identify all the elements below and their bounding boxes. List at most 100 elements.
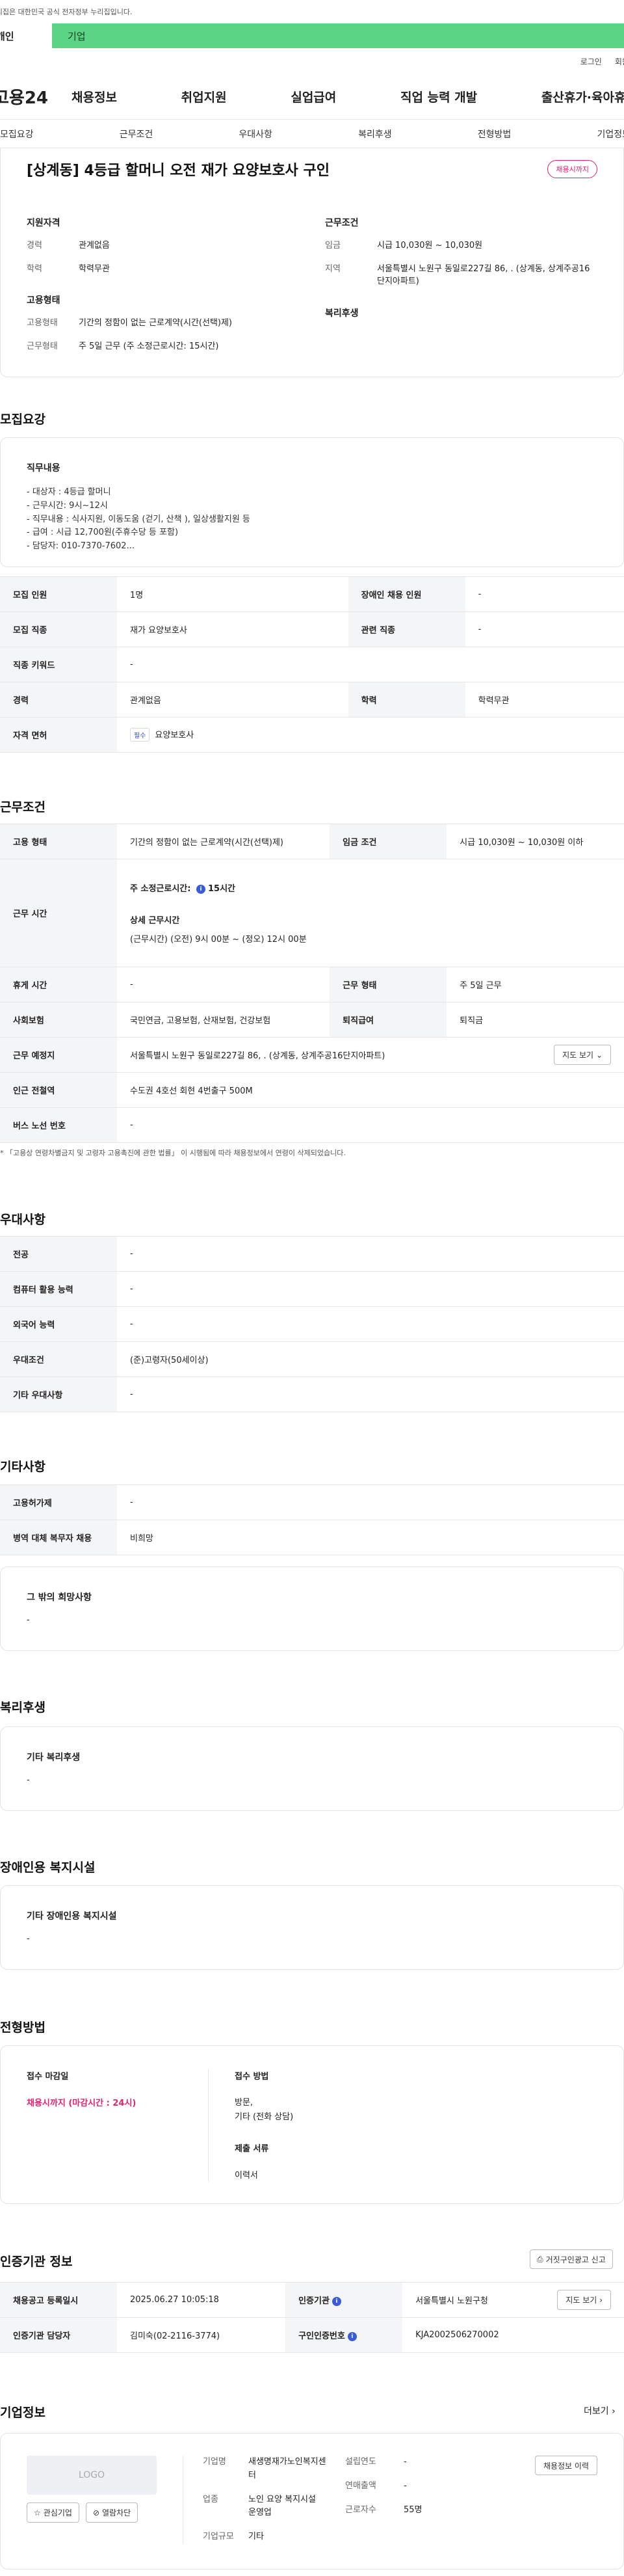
agency-value: 서울특별시 노원구청 — [415, 2296, 488, 2306]
disabled-box-value: - — [27, 1934, 30, 1944]
row-value: 시급 10,030원 ~ 10,030원 이하 — [447, 824, 624, 859]
company-size: 기타 — [248, 2532, 264, 2542]
row-value: 주 5일 근무 — [447, 967, 624, 1002]
info-label: 기업규모 — [203, 2532, 234, 2542]
employment-heading: 고용형태 — [27, 295, 60, 306]
qualification-heading: 지원자격 — [27, 218, 60, 228]
table-row: 기타 우대사항 - — [0, 1376, 624, 1412]
site-logo[interactable]: 고용24 — [0, 85, 72, 109]
table-row: 컴퓨터 활용 능력 - — [0, 1271, 624, 1307]
info-label: 설립연도 — [345, 2457, 376, 2467]
row-value: - — [117, 1107, 624, 1143]
company-box: LOGO ☆ 관심기업 ⊘ 열람차단 기업명 새생명재가노인복지센터 업종 노인 요양 … — [0, 2433, 624, 2569]
row-label: 휴게 시간 — [0, 967, 117, 1002]
work-value: 서울특별시 노원구 동일로227길 86, . (상계동, 상계주공16단지아파… — [377, 263, 590, 287]
deadline-badge: 채용시까지 — [547, 160, 597, 178]
info-icon[interactable]: i — [196, 884, 205, 894]
chevron-down-icon: ⌄ — [595, 1051, 603, 1060]
tab-company[interactable]: 기업정보 — [597, 127, 624, 141]
row-value: 기간의 정함이 없는 근로계약(시간(선택)제) — [117, 824, 330, 859]
map-button[interactable]: 지도 보기 ⌄ — [554, 1045, 611, 1065]
row-label: 근무 시간 — [0, 859, 117, 967]
duty-line: - 근무시간: 9시~12시 — [27, 500, 108, 511]
wish-box: 그 밖의 희망사항 - — [0, 1566, 624, 1651]
docs-value: 이력서 — [235, 2171, 258, 2181]
row-label: 임금 조건 — [330, 824, 447, 859]
job-title: [상계동] 4등급 할머니 오전 재가 요양보호사 구인 — [27, 163, 330, 179]
row-label: 버스 노선 번호 — [0, 1107, 117, 1143]
table-row: 휴게 시간 - 근무 형태 주 5일 근무 — [0, 967, 624, 1002]
qualification-section: 지원자격 경력 관계없음 학력 학력무관 — [27, 216, 299, 275]
favorite-company-button[interactable]: ☆ 관심기업 — [27, 2502, 79, 2523]
info-icon[interactable]: i — [347, 2331, 357, 2341]
etc-table: 고용허가제 - 병역 대체 복무자 채용 비희망 — [0, 1484, 624, 1555]
table-row: 사회보험 국민연금, 고용보험, 산재보험, 건강보험 퇴직급여 퇴직금 — [0, 1002, 624, 1038]
company-info-col-2: 설립연도 - 연매출액 - 근로자수 55명 — [345, 2456, 475, 2544]
gnb-item-unemployment-benefit[interactable]: 실업급여 — [291, 88, 336, 105]
tab-recruit[interactable]: 모집요강 — [0, 127, 34, 141]
row-label: 자격 면허 — [0, 717, 117, 753]
row-label: 컴퓨터 활용 능력 — [0, 1271, 117, 1307]
login-link[interactable]: 로그인 — [580, 56, 602, 67]
row-value: - — [117, 1484, 624, 1520]
row-label: 외국어 능력 — [0, 1306, 117, 1342]
duty-lines: - 대상자 : 4등급 할머니 - 근무시간: 9시~12시 - 직무내용 : … — [27, 486, 597, 554]
row-value: 퇴직금 — [447, 1002, 624, 1038]
welfare-section-title: 복리후생 — [0, 1700, 46, 1715]
signup-link[interactable]: 회원가입 — [615, 56, 624, 67]
docs-label: 제출 서류 — [235, 2144, 269, 2154]
table-row: 버스 노선 번호 - — [0, 1107, 624, 1143]
qual-label: 경력 — [27, 241, 42, 250]
row-value: - — [117, 1271, 624, 1307]
tab-selection[interactable]: 전형방법 — [478, 127, 512, 141]
qual-label: 학력 — [27, 263, 42, 274]
chevron-right-icon: › — [612, 2406, 616, 2417]
pref-section-title: 우대사항 — [0, 1213, 46, 1227]
table-row: 우대조건 (준)고령자(50세이상) — [0, 1341, 624, 1377]
row-value: 2025.06.27 10:05:18 — [117, 2282, 286, 2318]
hours-cell: 주 소정근로시간: i 15시간 상세 근무시간 (근무시간) (오전) 9시 0… — [117, 859, 624, 967]
recruit-table: 모집 인원 1명 장애인 채용 인원 - 모집 직종 재가 요양보호사 관련 직… — [0, 576, 624, 753]
gnb-item-employment-support[interactable]: 취업지원 — [181, 88, 227, 105]
gnb-item-jobs[interactable]: 채용정보 — [72, 88, 117, 105]
duty-line: - 대상자 : 4등급 할머니 — [27, 487, 111, 497]
welfare-summary-heading: 복리후생 — [325, 308, 359, 319]
gnb-item-vocational-training[interactable]: 직업 능력 개발 — [400, 88, 477, 105]
row-label: 학력 — [348, 682, 465, 718]
row-value: 학력무관 — [465, 682, 624, 718]
company-more-link[interactable]: 더보기 › — [584, 2404, 616, 2417]
table-row: 모집 인원 1명 장애인 채용 인원 - — [0, 576, 624, 612]
tab-welfare[interactable]: 복리후생 — [358, 127, 392, 141]
row-label: 퇴직급여 — [330, 1002, 447, 1038]
info-icon[interactable]: i — [332, 2296, 341, 2306]
wish-heading: 그 밖의 희망사항 — [27, 1592, 92, 1603]
company-info-col-1: 기업명 새생명재가노인복지센터 업종 노인 요양 복지시설 운영업 기업규모 기타 — [183, 2456, 345, 2544]
agency-table: 채용공고 등록일시 2025.06.27 10:05:18 인증기관 i 서울특별… — [0, 2282, 624, 2353]
block-view-button[interactable]: ⊘ 열람차단 — [85, 2502, 138, 2523]
tab-pref[interactable]: 우대사항 — [239, 127, 272, 141]
row-label: 근무 예정지 — [0, 1037, 117, 1073]
star-icon: ☆ — [34, 2508, 41, 2517]
tab-work[interactable]: 근무조건 — [120, 127, 153, 141]
gnb-item-parental-leave[interactable]: 출산휴가·육아휴직 — [541, 88, 624, 105]
place-value: 서울특별시 노원구 동일로227길 86, . (상계동, 상계주공16단지아파… — [130, 1051, 385, 1061]
emp-label: 고용형태 — [27, 318, 58, 328]
row-value: - — [465, 611, 624, 647]
duty-box: 직무내용 - 대상자 : 4등급 할머니 - 근무시간: 9시~12시 - 직무… — [0, 437, 624, 567]
row-value: - — [117, 1236, 624, 1272]
table-row: 인근 전철역 수도권 4호선 회현 4번출구 500M — [0, 1072, 624, 1108]
tab-company[interactable]: 기업 — [52, 23, 624, 48]
row-label: 관련 직종 — [348, 611, 465, 647]
duty-heading: 직무내용 — [27, 463, 60, 474]
table-row: 채용공고 등록일시 2025.06.27 10:05:18 인증기관 i 서울특별… — [0, 2282, 624, 2318]
recruit-history-button[interactable]: 채용정보 이력 — [534, 2456, 597, 2475]
global-nav: 고용24 채용정보 취업지원 실업급여 직업 능력 개발 출산휴가·육아휴직 — [0, 74, 624, 120]
agency-map-button[interactable]: 지도 보기 › — [557, 2290, 611, 2310]
row-value: 비희망 — [117, 1520, 624, 1555]
tab-personal[interactable]: 개인 — [0, 23, 52, 48]
report-button[interactable]: ⎙ 거짓구인광고 신고 — [530, 2249, 613, 2269]
work-label: 임금 — [325, 241, 341, 250]
row-label: 병역 대체 복무자 채용 — [0, 1520, 117, 1555]
row-label: 사회보험 — [0, 1002, 117, 1038]
more-label: 더보기 — [584, 2406, 609, 2417]
